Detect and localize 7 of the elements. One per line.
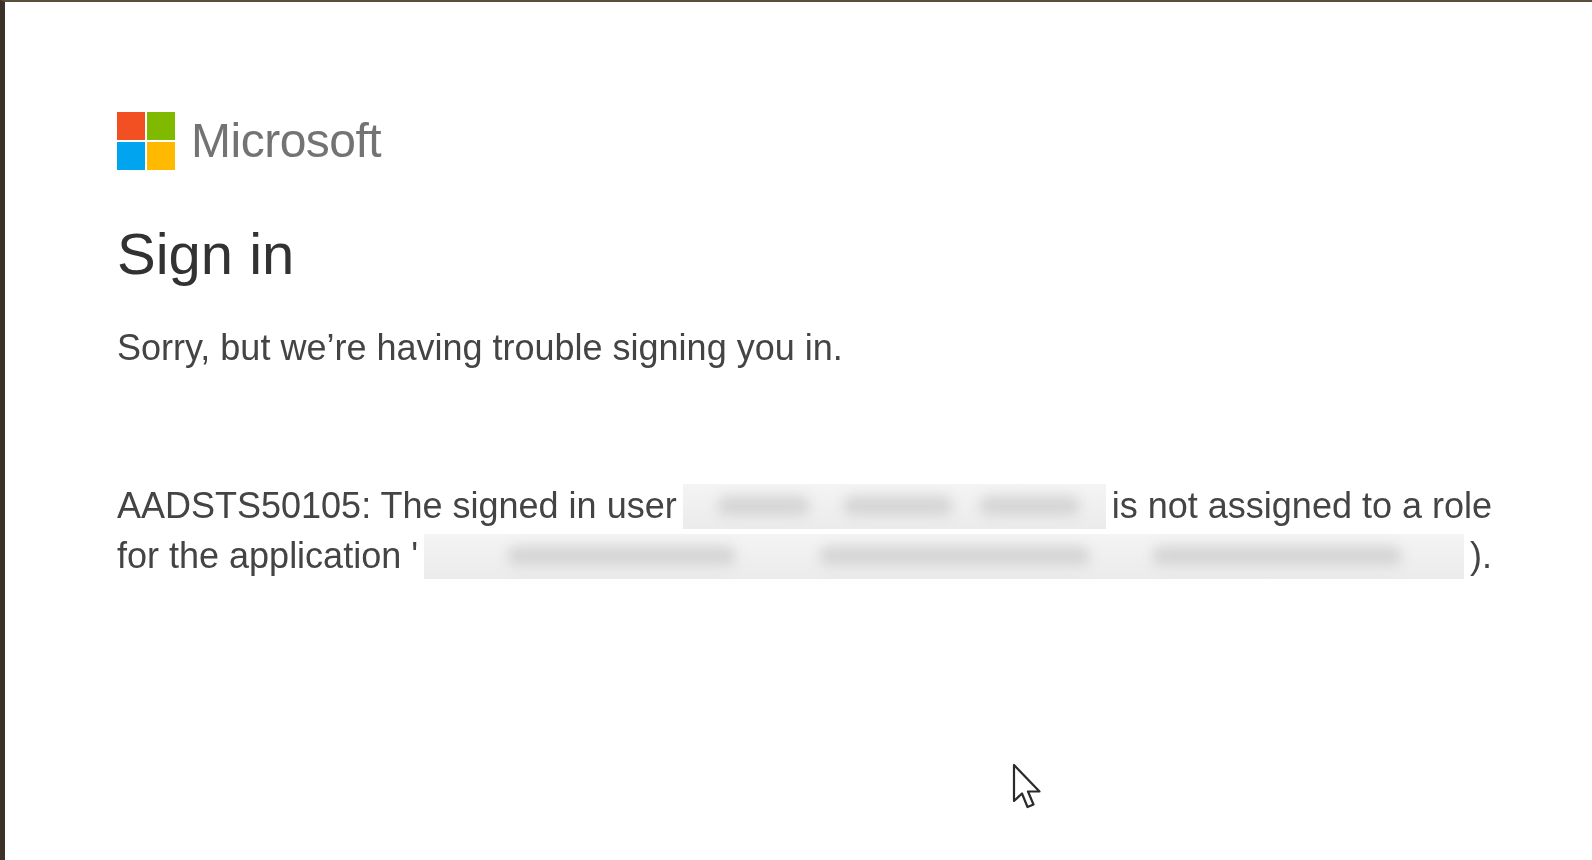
error-text: ). (1470, 534, 1492, 578)
logo-wordmark: Microsoft (191, 117, 382, 165)
error-text: is not assigned to a role (1111, 484, 1492, 528)
error-message: Sorry, but we’re having trouble signing you in. (117, 330, 843, 366)
logo-icon (117, 112, 175, 170)
error-text: AADSTS50105: The signed in user (117, 484, 677, 528)
error-text: for the application ' (117, 534, 419, 578)
